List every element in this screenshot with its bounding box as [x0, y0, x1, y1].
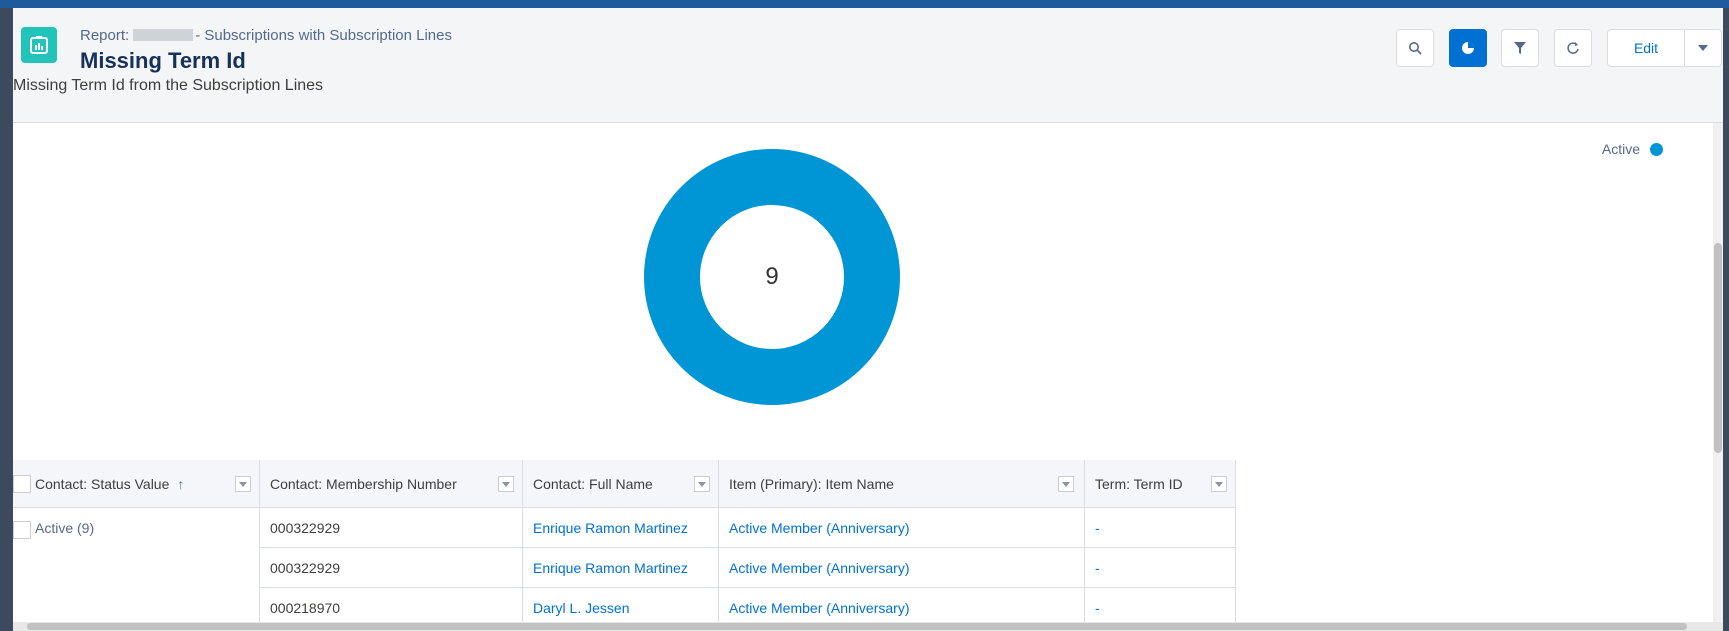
filter-icon — [1514, 42, 1526, 54]
vertical-scrollbar[interactable] — [1713, 123, 1723, 623]
cell-full-name-link[interactable]: Enrique Ramon Martinez — [523, 508, 719, 548]
refresh-icon — [1567, 42, 1579, 54]
header-label: Contact: Membership Number — [270, 475, 457, 492]
cell-item-name-link[interactable]: Active Member (Anniversary) — [719, 508, 1085, 548]
search-button[interactable] — [1396, 29, 1434, 67]
chevron-down-icon — [1215, 481, 1223, 487]
group-label: Active (9) — [35, 520, 95, 536]
chart-area: Active 9 — [13, 123, 1723, 458]
chevron-down-icon — [698, 481, 706, 487]
table-row: 000322929 Enrique Ramon Martinez Active … — [260, 548, 1236, 588]
report-frame: Report: - Subscriptions with Subscription… — [13, 8, 1723, 631]
select-all-checkbox[interactable] — [13, 475, 31, 493]
breadcrumb-suffix: - Subscriptions with Subscription Lines — [195, 27, 452, 44]
header-label: Contact: Full Name — [533, 475, 653, 492]
header-status-value[interactable]: Contact: Status Value ↑ — [13, 460, 260, 508]
horizontal-scroll-thumb[interactable] — [27, 623, 1687, 630]
page-title: Missing Term Id — [80, 48, 246, 73]
redacted-name — [133, 29, 194, 41]
column-menu-button[interactable] — [694, 476, 710, 492]
donut-chart: 9 — [642, 147, 902, 412]
cell-membership: 000322929 — [260, 548, 523, 588]
chevron-down-icon — [239, 481, 247, 487]
header-term-id[interactable]: Term: Term ID — [1085, 460, 1236, 508]
chevron-down-icon — [502, 481, 510, 487]
edit-button-group: Edit — [1607, 29, 1722, 67]
report-table: Contact: Status Value ↑ Contact: Members… — [13, 460, 1236, 628]
cell-term-id: - — [1085, 508, 1236, 548]
header-full-name[interactable]: Contact: Full Name — [523, 460, 719, 508]
filter-button[interactable] — [1501, 29, 1539, 67]
cell-item-name-link[interactable]: Active Member (Anniversary) — [719, 548, 1085, 588]
header-label: Term: Term ID — [1095, 475, 1183, 492]
column-menu-button[interactable] — [235, 476, 251, 492]
donut-center-total: 9 — [765, 263, 779, 290]
table-body: 000322929 Enrique Ramon Martinez Active … — [260, 508, 1236, 628]
cell-full-name-link[interactable]: Enrique Ramon Martinez — [523, 548, 719, 588]
breadcrumb: Report: - Subscriptions with Subscription… — [80, 27, 452, 44]
group-checkbox[interactable] — [13, 521, 31, 539]
header-label: Item (Primary): Item Name — [729, 475, 894, 492]
table-header-row: Contact: Status Value ↑ Contact: Members… — [13, 460, 1236, 508]
legend-dot-active — [1650, 142, 1663, 156]
column-menu-button[interactable] — [1058, 476, 1074, 492]
vertical-scroll-thumb[interactable] — [1714, 243, 1722, 453]
column-menu-button[interactable] — [1211, 476, 1227, 492]
column-menu-button[interactable] — [498, 476, 514, 492]
report-header: Report: - Subscriptions with Subscription… — [13, 8, 1723, 123]
table-row: 000322929 Enrique Ramon Martinez Active … — [260, 508, 1236, 548]
horizontal-scrollbar[interactable] — [13, 622, 1723, 631]
refresh-button[interactable] — [1554, 29, 1592, 67]
report-description: Missing Term Id from the Subscription Li… — [13, 77, 324, 94]
cell-term-id: - — [1085, 548, 1236, 588]
chart-legend: Active — [1602, 141, 1663, 157]
chevron-down-icon — [1698, 45, 1708, 51]
breadcrumb-prefix: Report: — [80, 27, 130, 44]
edit-button[interactable]: Edit — [1608, 30, 1685, 66]
chart-toggle-icon — [1462, 42, 1474, 54]
header-item-name[interactable]: Item (Primary): Item Name — [719, 460, 1085, 508]
header-membership-number[interactable]: Contact: Membership Number — [260, 460, 523, 508]
legend-label-active: Active — [1601, 141, 1640, 157]
top-band — [0, 0, 1729, 8]
search-icon — [1409, 42, 1422, 55]
sort-ascending-icon: ↑ — [177, 475, 185, 492]
report-icon — [21, 27, 57, 63]
chart-toggle-button[interactable] — [1449, 29, 1487, 67]
edit-dropdown-button[interactable] — [1685, 30, 1721, 66]
header-label: Contact: Status Value — [35, 475, 170, 492]
chevron-down-icon — [1062, 481, 1070, 487]
group-cell-active: Active (9) — [13, 508, 260, 628]
cell-membership: 000322929 — [260, 508, 523, 548]
